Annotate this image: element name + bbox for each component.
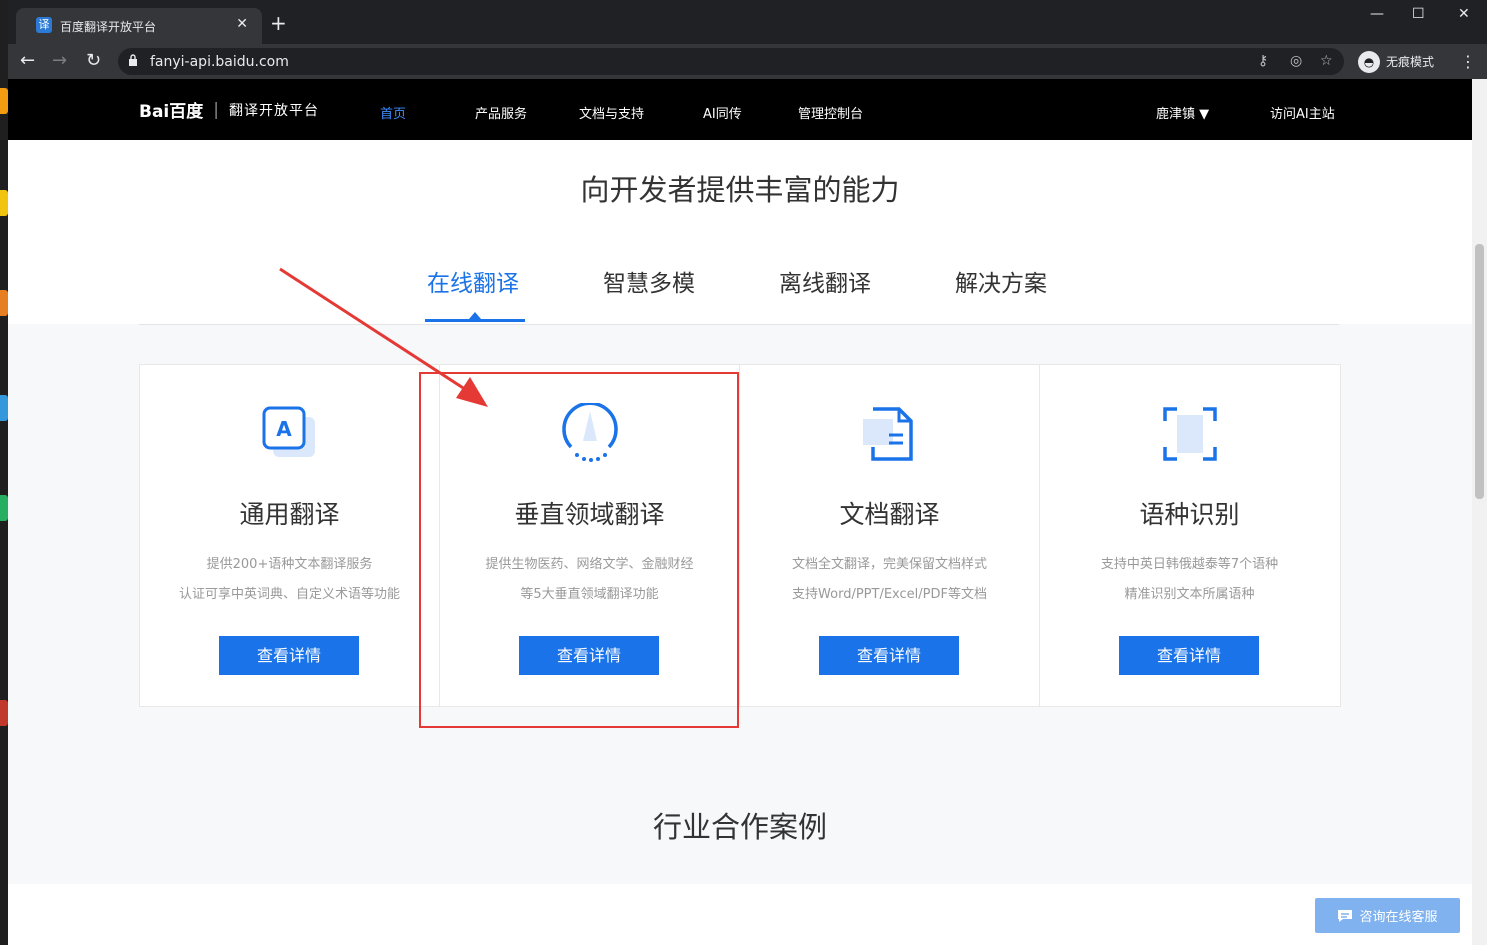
browser-window: 译 百度翻译开放平台 ✕ + — ☐ ✕ ← → ↻ fanyi-api.bai… xyxy=(8,0,1487,945)
scan-frame-icon xyxy=(1163,407,1217,461)
tab-smart-multimodal[interactable]: 智慧多模 xyxy=(603,264,695,298)
site-logo[interactable]: Bai百度 | 翻译开放平台 xyxy=(139,97,319,123)
browser-tab[interactable]: 译 百度翻译开放平台 ✕ xyxy=(16,8,262,44)
page-scrollbar[interactable] xyxy=(1472,79,1487,945)
close-tab-icon[interactable]: ✕ xyxy=(236,16,248,32)
favicon-icon: 译 xyxy=(36,17,52,33)
online-support-label: 咨询在线客服 xyxy=(1359,910,1438,925)
incognito-icon: ◓ xyxy=(1358,50,1380,73)
card-language-detection: 语种识别 支持中英日韩俄越泰等7个语种 精准识别文本所属语种 查看详情 xyxy=(1040,365,1339,706)
url-text: fanyi-api.baidu.com xyxy=(150,54,289,70)
site-header: Bai百度 | 翻译开放平台 首页 产品服务 文档与支持 AI同传 管理控制台 … xyxy=(8,79,1472,140)
card-desc-line1: 提供200+语种文本翻译服务 xyxy=(206,557,373,572)
card-title: 通用翻译 xyxy=(239,500,340,529)
reload-button[interactable]: ↻ xyxy=(86,50,101,72)
section2-title: 行业合作案例 xyxy=(652,810,827,844)
active-tab-caret xyxy=(469,312,481,319)
omnibox[interactable]: fanyi-api.baidu.com ⚷ ◎ ☆ xyxy=(118,48,1344,75)
eye-off-icon[interactable]: ◎ xyxy=(1290,53,1302,69)
desktop-app-icon xyxy=(0,495,8,521)
card-desc-line1: 支持中英日韩俄越泰等7个语种 xyxy=(1100,557,1279,572)
taskbar-strip xyxy=(0,945,1495,951)
tab-offline-translation[interactable]: 离线翻译 xyxy=(779,264,871,298)
maximize-button[interactable]: ☐ xyxy=(1412,6,1425,22)
tab-bar: 译 百度翻译开放平台 ✕ + — ☐ ✕ xyxy=(8,0,1487,44)
logo-subtitle: 翻译开放平台 xyxy=(229,102,319,119)
chat-icon xyxy=(1338,909,1353,922)
logo-separator: | xyxy=(213,99,219,120)
product-cards: A 通用翻译 提供200+语种文本翻译服务 认证可享中英词典、自定义术语等功能 … xyxy=(139,364,1341,707)
scrollbar-thumb[interactable] xyxy=(1475,244,1484,499)
logo-brand: Bai百度 xyxy=(139,102,204,122)
nav-home[interactable]: 首页 xyxy=(380,103,406,122)
view-details-button[interactable]: 查看详情 xyxy=(1119,636,1259,675)
card-document-translation: 文档翻译 文档全文翻译，完美保留文档样式 支持Word/PPT/Excel/PD… xyxy=(740,365,1040,706)
desktop-strip xyxy=(0,0,8,951)
annotation-highlight-box xyxy=(419,372,739,728)
view-details-button[interactable]: 查看详情 xyxy=(819,636,959,675)
desktop-app-icon xyxy=(0,190,8,216)
desktop-app-icon xyxy=(0,88,8,114)
desktop-app-icon xyxy=(0,290,8,316)
view-details-button[interactable]: 查看详情 xyxy=(219,636,359,675)
minimize-button[interactable]: — xyxy=(1370,6,1384,22)
card-general-translation: A 通用翻译 提供200+语种文本翻译服务 认证可享中英词典、自定义术语等功能 … xyxy=(140,365,440,706)
lock-icon xyxy=(129,54,137,66)
tab-solutions[interactable]: 解决方案 xyxy=(955,264,1047,298)
user-menu[interactable]: 鹿津镇 ▼ xyxy=(1156,103,1209,122)
svg-text:A: A xyxy=(276,417,292,441)
incognito-profile[interactable]: ◓ 无痕模式 xyxy=(1358,48,1434,75)
desktop-app-icon xyxy=(0,395,8,421)
forward-button[interactable]: → xyxy=(52,50,67,72)
page-viewport: Bai百度 | 翻译开放平台 首页 产品服务 文档与支持 AI同传 管理控制台 … xyxy=(8,79,1472,945)
nav-console[interactable]: 管理控制台 xyxy=(798,103,863,122)
new-tab-button[interactable]: + xyxy=(270,13,287,33)
card-title: 语种识别 xyxy=(1139,500,1240,529)
section-title: 向开发者提供丰富的能力 xyxy=(580,173,900,207)
letter-a-icon: A xyxy=(262,406,315,457)
online-support-button[interactable]: 咨询在线客服 xyxy=(1315,898,1460,933)
capability-tabs: 在线翻译 智慧多模 离线翻译 解决方案 xyxy=(139,264,1339,325)
address-bar-row: ← → ↻ fanyi-api.baidu.com ⚷ ◎ ☆ ◓ 无痕模式 ⋮ xyxy=(8,44,1487,79)
back-button[interactable]: ← xyxy=(20,50,35,72)
nav-ai-interpretation[interactable]: AI同传 xyxy=(703,103,742,122)
card-desc-line2: 精准识别文本所属语种 xyxy=(1124,587,1255,602)
document-icon xyxy=(863,407,913,461)
card-desc-line2: 支持Word/PPT/Excel/PDF等文档 xyxy=(792,587,987,602)
window-close-button[interactable]: ✕ xyxy=(1458,6,1470,22)
card-desc-line1: 文档全文翻译，完美保留文档样式 xyxy=(791,557,987,572)
key-icon[interactable]: ⚷ xyxy=(1258,53,1268,69)
nav-products[interactable]: 产品服务 xyxy=(475,103,527,122)
card-desc-line2: 认证可享中英词典、自定义术语等功能 xyxy=(178,587,400,602)
card-title: 文档翻译 xyxy=(839,500,940,529)
desktop-app-icon xyxy=(0,700,8,726)
browser-menu-icon[interactable]: ⋮ xyxy=(1460,52,1476,71)
star-icon[interactable]: ☆ xyxy=(1320,53,1333,69)
tab-online-translation[interactable]: 在线翻译 xyxy=(427,264,519,298)
tab-title: 百度翻译开放平台 xyxy=(60,20,157,34)
active-tab-underline xyxy=(425,319,525,322)
visit-ai-link[interactable]: 访问AI主站 xyxy=(1270,103,1335,122)
profile-label: 无痕模式 xyxy=(1386,55,1435,69)
nav-docs[interactable]: 文档与支持 xyxy=(579,103,644,122)
